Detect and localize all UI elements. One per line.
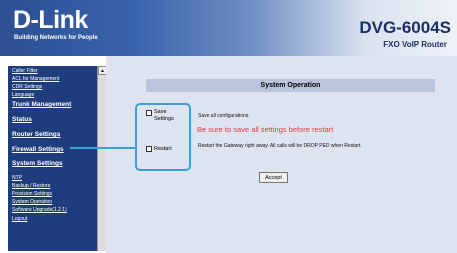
sidebar-item-backup-restore[interactable]: Backup / Restore — [12, 183, 50, 189]
sidebar-item-router-settings[interactable]: Router Settings — [12, 131, 60, 138]
accept-button[interactable]: Accept — [259, 172, 288, 183]
sidebar-item-firewall-settings[interactable]: Firewall Settings — [12, 146, 64, 153]
save-settings-label: Save Settings — [154, 109, 174, 122]
sidebar-item-provision-settings[interactable]: Provision Settings — [12, 191, 52, 197]
sidebar-item-caller-filter[interactable]: Caller Filter — [12, 68, 38, 74]
device-model: DVG-6004S — [359, 18, 451, 37]
sidebar-item-language[interactable]: Language — [12, 92, 34, 98]
sidebar-item-status[interactable]: Status — [12, 116, 32, 123]
save-settings-checkbox[interactable] — [146, 110, 152, 116]
header-banner: D-Link Building Networks for People DVG-… — [0, 0, 457, 56]
sidebar-item-system-operation[interactable]: System Operation — [12, 199, 52, 205]
sidebar-item-software-upgrade[interactable]: Software Upgrade(1.2.1) — [12, 207, 67, 213]
sidebar-item-ntp[interactable]: NTP — [12, 175, 22, 181]
page-title: System Operation — [146, 79, 435, 92]
restart-label: Restart — [154, 146, 172, 152]
logo-tagline: Building Networks for People — [14, 35, 98, 41]
sidebar-item-logout[interactable]: Logout — [12, 216, 27, 222]
sidebar-item-trunk-management[interactable]: Trunk Management — [12, 101, 71, 108]
sidebar-item-system-settings[interactable]: System Settings — [12, 160, 63, 167]
device-product-name: FXO VoIP Router — [383, 40, 447, 49]
restart-warning-text: Be sure to save all settings before rest… — [197, 125, 334, 134]
sidebar-item-cdr-settings[interactable]: CDR Settings — [12, 84, 42, 90]
dlink-logo: D-Link — [13, 6, 88, 34]
sidebar-item-acl-management[interactable]: ACL for Management — [12, 76, 59, 82]
sidebar-nav: Caller Filter ACL for Management CDR Set… — [8, 66, 97, 251]
save-settings-description: Save all configurations. — [198, 113, 250, 119]
restart-description: Restart the Gateway right away. All call… — [198, 143, 362, 149]
callout-connector — [70, 147, 136, 149]
restart-checkbox[interactable] — [146, 146, 152, 152]
